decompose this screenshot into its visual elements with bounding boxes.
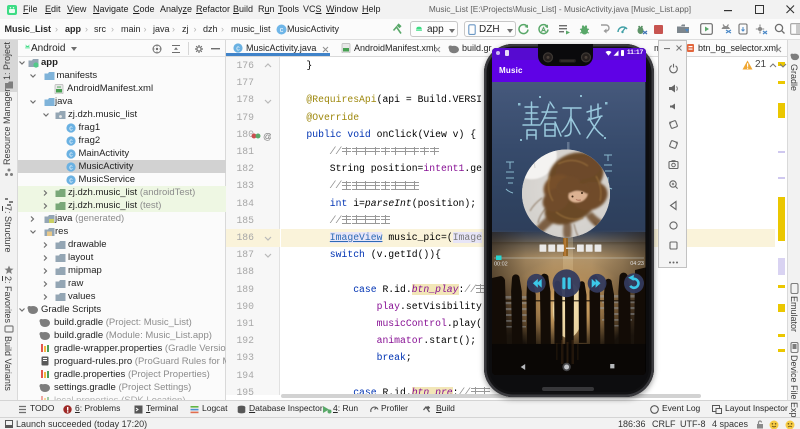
svg-text:c: c xyxy=(69,177,73,184)
svg-text:c: c xyxy=(69,151,73,158)
svg-text:c: c xyxy=(236,46,240,53)
svg-text:04:23: 04:23 xyxy=(630,261,644,267)
svg-text:00:02: 00:02 xyxy=(494,261,508,267)
svg-text:c: c xyxy=(69,138,73,145)
svg-text:c: c xyxy=(69,125,73,132)
svg-text:@: @ xyxy=(263,132,271,142)
svg-text:c: c xyxy=(279,25,283,34)
svg-text:c: c xyxy=(69,164,73,171)
